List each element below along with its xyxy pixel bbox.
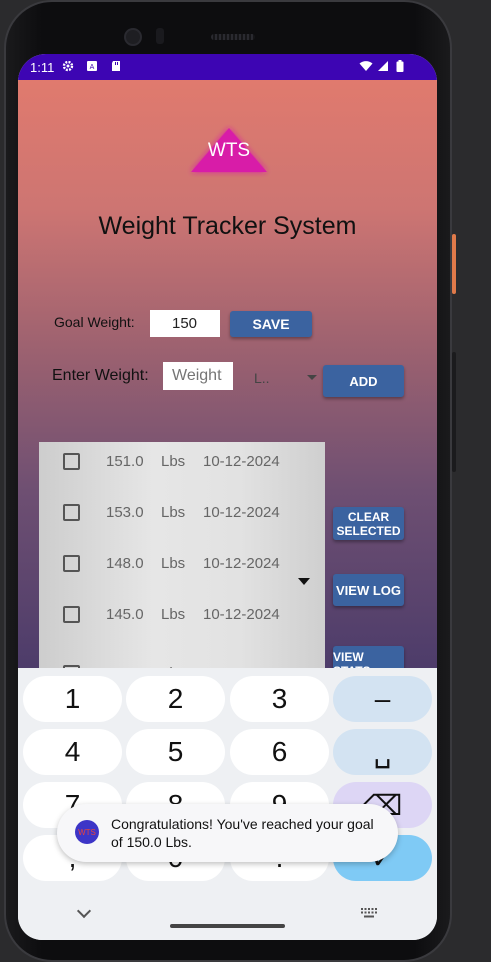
toast-message: Congratulations! You've reached your goa… (111, 816, 374, 850)
entry-date: 10-12-2024 (203, 606, 280, 623)
front-camera (124, 28, 142, 46)
home-gesture-bar[interactable] (170, 924, 285, 928)
wifi-icon (359, 61, 373, 71)
entry-weight: 145.0 (106, 606, 144, 623)
clear-label-line1: CLEAR (347, 509, 390, 524)
keyboard-switch-icon[interactable] (361, 908, 377, 918)
row-checkbox[interactable] (63, 453, 80, 470)
page-title: Weight Tracker System (98, 212, 357, 240)
save-button[interactable]: SAVE (230, 311, 312, 337)
screen: 1:11 A WTS Weight Tracker System Goal We… (18, 54, 437, 940)
list-item: 148.0 Lbs 10-12-2024 (39, 544, 325, 595)
row-checkbox[interactable] (63, 504, 80, 521)
unit-dropdown[interactable]: L.. (254, 370, 320, 392)
list-item: 151.0 Lbs 10-12-2024 (39, 442, 325, 493)
row-checkbox[interactable] (63, 555, 80, 572)
unit-selected-value: L.. (254, 370, 270, 386)
weight-log-list[interactable]: 151.0 Lbs 10-12-2024 153.0 Lbs 10-12-202… (39, 442, 325, 674)
list-item: 145.0 Lbs 10-12-2024 (39, 595, 325, 646)
entry-unit: Lbs (161, 555, 186, 572)
list-item: 153.0 Lbs 10-12-2024 (39, 493, 325, 544)
key-3[interactable]: 3 (230, 676, 329, 722)
svg-text:A: A (90, 64, 95, 71)
earpiece-speaker (211, 34, 255, 40)
battery-icon (396, 60, 404, 72)
view-stats-line1: VIEW (333, 650, 364, 664)
entry-date: 10-12-2024 (203, 555, 280, 572)
logo-text: WTS (207, 140, 251, 161)
power-button[interactable] (452, 234, 456, 294)
clear-selected-button[interactable]: CLEAR SELECTED (333, 507, 404, 540)
entry-unit: Lbs (161, 606, 186, 623)
status-bar: 1:11 A (18, 54, 437, 80)
app-icon: WTS (75, 820, 99, 844)
entry-weight: 153.0 (106, 504, 144, 521)
key-minus[interactable]: – (333, 676, 432, 722)
entry-weight: 148.0 (106, 555, 144, 572)
entry-weight: 151.0 (106, 453, 144, 470)
key-2[interactable]: 2 (126, 676, 225, 722)
goal-weight-input[interactable] (150, 310, 220, 337)
clear-label-line2: SELECTED (336, 523, 401, 538)
view-log-button[interactable]: VIEW LOG (333, 574, 404, 606)
key-5[interactable]: 5 (126, 729, 225, 775)
dropdown-caret-icon (307, 375, 317, 380)
goal-weight-label: Goal Weight: (54, 314, 135, 330)
entry-date: 10-12-2024 (203, 504, 280, 521)
entry-unit: Lbs (161, 453, 186, 470)
status-time: 1:11 (30, 60, 55, 75)
sd-card-icon (112, 61, 120, 71)
toast-notification: WTS Congratulations! You've reached your… (57, 804, 398, 862)
sensor (156, 28, 164, 44)
weight-input[interactable] (163, 362, 233, 390)
key-4[interactable]: 4 (23, 729, 122, 775)
key-1[interactable]: 1 (23, 676, 122, 722)
settings-icon (62, 60, 74, 72)
enter-weight-label: Enter Weight: (52, 367, 149, 384)
key-6[interactable]: 6 (230, 729, 329, 775)
add-button[interactable]: ADD (323, 365, 404, 397)
app-content: WTS Weight Tracker System Goal Weight: S… (18, 80, 437, 678)
row-checkbox[interactable] (63, 606, 80, 623)
sort-dropdown-caret-icon[interactable] (298, 578, 310, 585)
entry-date: 10-12-2024 (203, 453, 280, 470)
sim-icon: A (87, 61, 97, 71)
volume-button[interactable] (452, 352, 456, 472)
key-space[interactable]: ␣ (333, 729, 432, 775)
signal-icon (378, 61, 388, 71)
entry-unit: Lbs (161, 504, 186, 521)
